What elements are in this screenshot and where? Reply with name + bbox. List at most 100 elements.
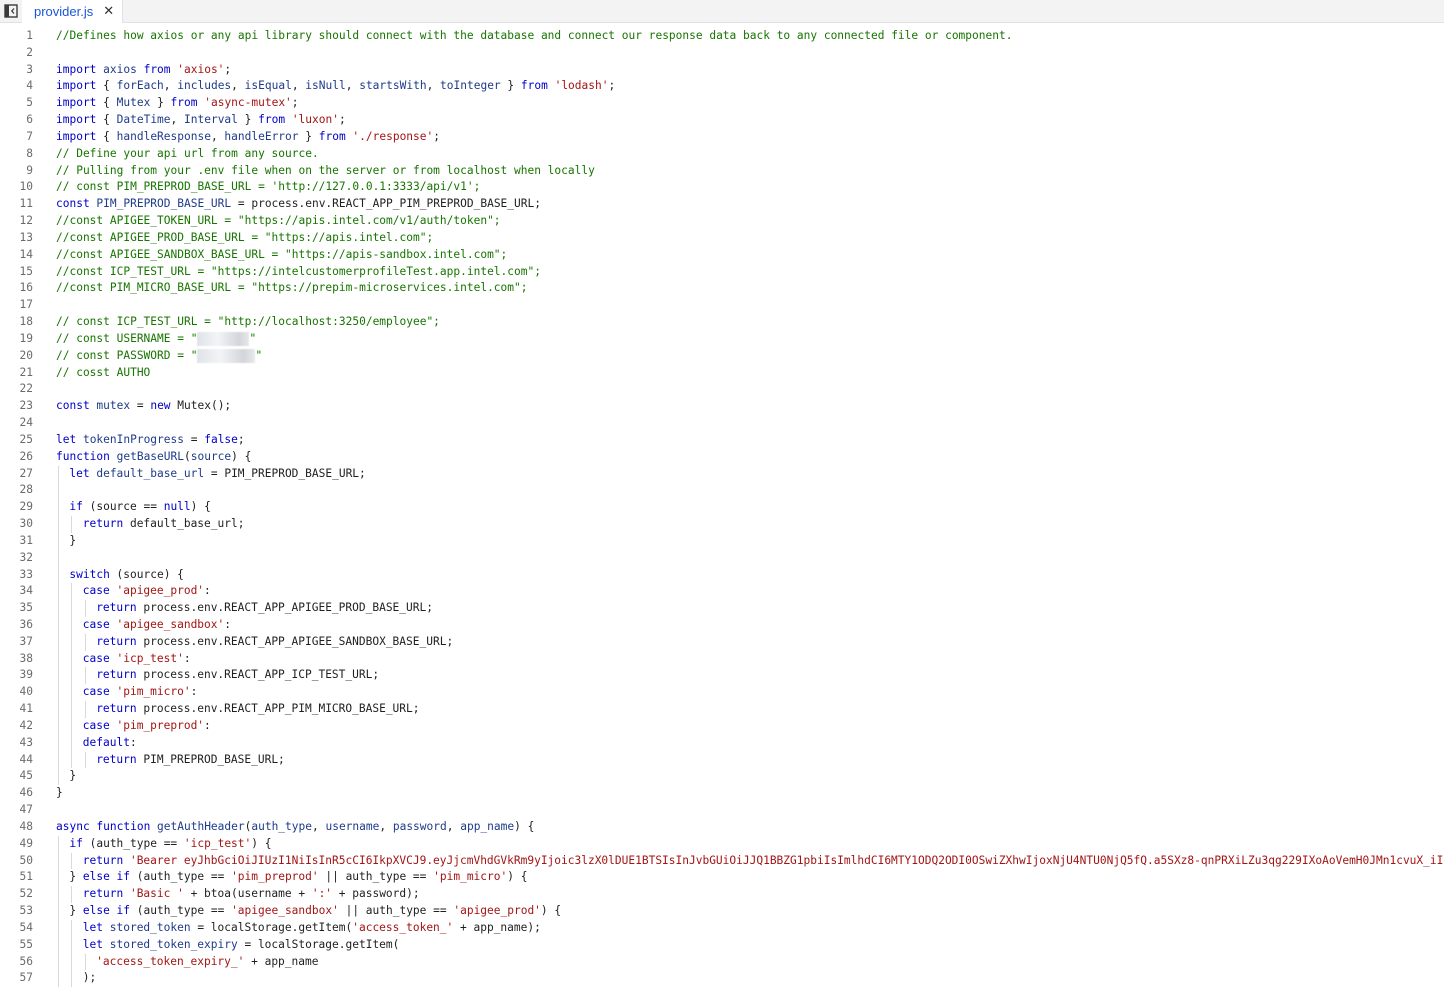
code-text: } bbox=[56, 785, 63, 802]
code-token: async bbox=[56, 819, 97, 833]
code-line: 48 async function getAuthHeader(auth_type… bbox=[0, 819, 1444, 836]
code-token: let bbox=[82, 937, 110, 951]
code-token: if bbox=[69, 836, 90, 850]
code-token: includes bbox=[177, 79, 232, 93]
code-line: 6 import { DateTime, Interval } from 'lux… bbox=[0, 112, 1444, 129]
code-text: return PIM_PREPROD_BASE_URL; bbox=[96, 752, 285, 769]
code-token: Mutex bbox=[116, 96, 151, 110]
code-text: function getBaseURL(source) { bbox=[56, 449, 251, 466]
code-token: ; bbox=[224, 62, 232, 76]
line-number: 8 bbox=[26, 146, 33, 160]
code-line: 9 // Pulling from your .env file when on … bbox=[0, 163, 1444, 180]
indent-guide bbox=[58, 549, 59, 567]
line-number: 52 bbox=[19, 887, 33, 901]
code-token: Interval bbox=[184, 113, 238, 127]
redacted-text bbox=[197, 348, 256, 363]
line-number: 7 bbox=[26, 129, 33, 143]
code-token: " bbox=[249, 331, 257, 345]
code-token: case bbox=[82, 651, 117, 665]
code-token: isNull bbox=[305, 79, 346, 93]
code-token: ; bbox=[433, 129, 440, 143]
line-number: 47 bbox=[19, 803, 33, 817]
line-number: 44 bbox=[19, 752, 33, 766]
code-token: function bbox=[96, 819, 158, 833]
code-token: // const PIM_PREPROD_BASE_URL = 'http://… bbox=[56, 180, 481, 194]
code-token: return bbox=[96, 634, 144, 648]
code-token: else if bbox=[82, 904, 137, 918]
code-line: 18 // const ICP_TEST_URL = "http://localh… bbox=[0, 314, 1444, 331]
code-text: //const APIGEE_SANDBOX_BASE_URL = "https… bbox=[56, 247, 507, 264]
line-number: 43 bbox=[19, 735, 33, 749]
indent-guide bbox=[71, 886, 73, 904]
indent-guide bbox=[71, 701, 73, 718]
code-token: toInteger bbox=[440, 79, 501, 93]
line-number: 39 bbox=[19, 668, 33, 682]
line-number: 10 bbox=[19, 180, 33, 194]
code-line: 4 import { forEach, includes, isEqual, is… bbox=[0, 78, 1444, 95]
code-token: return bbox=[96, 702, 144, 716]
code-content[interactable]: 1 //Defines how axios or any api library … bbox=[0, 28, 1444, 987]
code-token: ) { bbox=[514, 819, 535, 833]
sidebar-toggle-icon[interactable] bbox=[0, 0, 22, 22]
code-token: false bbox=[204, 432, 238, 446]
code-line: 8 // Define your api url from any source. bbox=[0, 146, 1444, 163]
code-text: // const ICP_TEST_URL = "http://localhos… bbox=[56, 314, 440, 331]
code-token: : bbox=[129, 735, 137, 749]
code-text: return default_base_url; bbox=[83, 516, 245, 533]
code-text: import { handleResponse, handleError } f… bbox=[56, 129, 440, 146]
code-token: case bbox=[82, 718, 117, 732]
code-line: 56 'access_token_expiry_' + app_name bbox=[0, 953, 1444, 971]
code-line: 29 if (source == null) { bbox=[0, 499, 1444, 517]
code-token: = bbox=[130, 399, 151, 413]
indent-guide bbox=[71, 516, 73, 533]
code-token: ) { bbox=[190, 500, 211, 514]
code-token: if bbox=[69, 500, 90, 514]
code-text: import { Mutex } from 'async-mutex'; bbox=[56, 95, 299, 112]
code-line: 3 import axios from 'axios'; bbox=[0, 62, 1444, 79]
code-text: return process.env.REACT_APP_APIGEE_PROD… bbox=[96, 600, 433, 617]
code-token: switch bbox=[69, 567, 117, 581]
code-line: 32 bbox=[0, 549, 1444, 567]
redacted-text bbox=[197, 331, 250, 346]
code-token: 'pim_preprod' bbox=[116, 718, 205, 732]
code-text: //const APIGEE_TOKEN_URL = "https://apis… bbox=[56, 213, 501, 230]
code-token: : bbox=[190, 685, 198, 699]
code-token: PIM_PREPROD_BASE_URL; bbox=[143, 752, 285, 766]
code-token: ; bbox=[291, 96, 299, 110]
code-token: 'icp_test' bbox=[116, 651, 184, 665]
code-text: return process.env.REACT_APP_APIGEE_SAND… bbox=[96, 634, 453, 651]
indent-guide bbox=[58, 717, 59, 735]
code-token: // const PASSWORD = " bbox=[56, 348, 198, 362]
close-icon[interactable]: ✕ bbox=[103, 5, 114, 18]
code-token: let bbox=[56, 432, 83, 446]
line-number: 12 bbox=[19, 214, 33, 228]
code-token: } bbox=[150, 96, 171, 110]
indent-guide bbox=[71, 583, 73, 601]
code-line: 46} bbox=[0, 785, 1444, 802]
code-token: import bbox=[56, 79, 104, 93]
code-text: let stored_token = localStorage.getItem(… bbox=[83, 920, 541, 937]
line-number: 9 bbox=[26, 163, 33, 177]
line-number: 56 bbox=[19, 954, 33, 968]
tab-provider-js[interactable]: provider.js ✕ bbox=[22, 0, 124, 23]
line-number: 16 bbox=[19, 281, 33, 295]
code-text: //Defines how axios or any api library s… bbox=[56, 28, 1012, 45]
code-token: './response' bbox=[352, 129, 434, 143]
code-token: } bbox=[56, 786, 63, 800]
code-token: ) { bbox=[231, 449, 252, 463]
line-number: 26 bbox=[19, 449, 33, 463]
line-number: 37 bbox=[19, 634, 33, 648]
code-line: 51} else if (auth_type == 'pim_preprod' … bbox=[0, 869, 1444, 887]
indent-guide bbox=[58, 919, 59, 937]
line-number: 1 bbox=[26, 29, 33, 42]
code-token: } bbox=[298, 129, 319, 143]
code-text: return process.env.REACT_APP_PIM_MICRO_B… bbox=[96, 701, 419, 718]
code-line: 45} bbox=[0, 768, 1444, 786]
line-number: 11 bbox=[19, 197, 33, 211]
code-token: getAuthHeader bbox=[157, 819, 245, 833]
code-line: 42 case 'pim_preprod': bbox=[0, 717, 1444, 735]
code-token: stored_token bbox=[109, 920, 191, 934]
code-token: (auth_type == bbox=[136, 904, 232, 918]
line-number: 14 bbox=[19, 247, 33, 261]
code-token: return bbox=[82, 517, 130, 531]
